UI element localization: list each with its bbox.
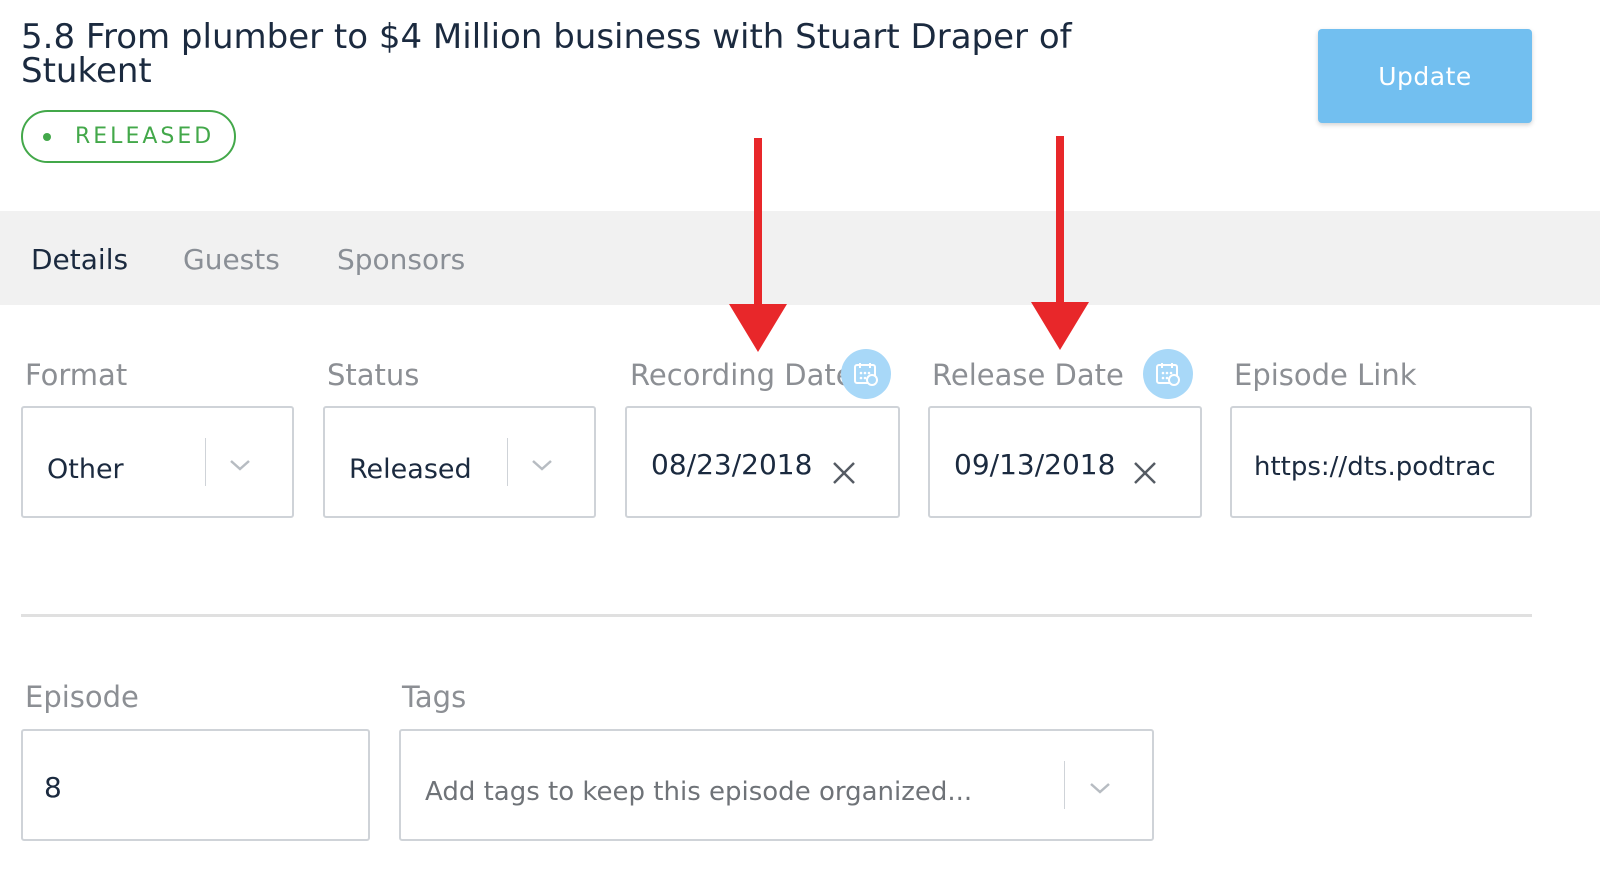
- recording-date-input[interactable]: 08/23/2018: [625, 406, 900, 518]
- section-divider: [21, 614, 1532, 617]
- tab-details[interactable]: Details: [31, 243, 128, 276]
- calendar-icon[interactable]: [1143, 349, 1193, 399]
- status-badge-label: RELEASED: [75, 124, 215, 149]
- episode-link-label: Episode Link: [1234, 358, 1417, 392]
- recording-date-label: Recording Date: [630, 358, 854, 392]
- format-select[interactable]: Other: [21, 406, 294, 518]
- status-select[interactable]: Released: [323, 406, 596, 518]
- release-date-label: Release Date: [932, 358, 1124, 392]
- tags-label: Tags: [402, 680, 467, 714]
- tags-separator: [1064, 761, 1065, 809]
- status-badge: RELEASED: [21, 110, 236, 163]
- format-value: Other: [47, 454, 124, 485]
- update-button[interactable]: Update: [1318, 29, 1532, 123]
- calendar-icon[interactable]: [841, 349, 891, 399]
- tags-select[interactable]: Add tags to keep this episode organized.…: [399, 729, 1154, 841]
- episode-number-value: 8: [44, 771, 62, 804]
- tags-placeholder: Add tags to keep this episode organized.…: [425, 777, 973, 807]
- close-icon[interactable]: [1132, 460, 1158, 486]
- status-separator: [507, 438, 508, 486]
- status-label: Status: [327, 358, 420, 392]
- episode-number-input[interactable]: 8: [21, 729, 370, 841]
- episode-label: Episode: [25, 680, 139, 714]
- format-separator: [205, 438, 206, 486]
- tab-sponsors[interactable]: Sponsors: [337, 243, 465, 276]
- release-date-input[interactable]: 09/13/2018: [928, 406, 1202, 518]
- format-label: Format: [25, 358, 128, 392]
- status-dot-icon: [43, 132, 51, 141]
- red-arrow-recording-date: [729, 138, 787, 352]
- episode-link-input[interactable]: https://dts.podtrac: [1230, 406, 1532, 518]
- chevron-down-icon[interactable]: [530, 458, 554, 472]
- page-title: 5.8 From plumber to $4 Million business …: [21, 17, 1072, 91]
- release-date-value: 09/13/2018: [954, 448, 1116, 481]
- episode-link-value: https://dts.podtrac: [1254, 452, 1496, 482]
- recording-date-value: 08/23/2018: [651, 448, 813, 481]
- chevron-down-icon[interactable]: [1088, 781, 1112, 795]
- red-arrow-release-date: [1031, 136, 1089, 350]
- tab-guests[interactable]: Guests: [183, 243, 280, 276]
- status-value: Released: [349, 454, 472, 485]
- close-icon[interactable]: [831, 460, 857, 486]
- chevron-down-icon[interactable]: [228, 458, 252, 472]
